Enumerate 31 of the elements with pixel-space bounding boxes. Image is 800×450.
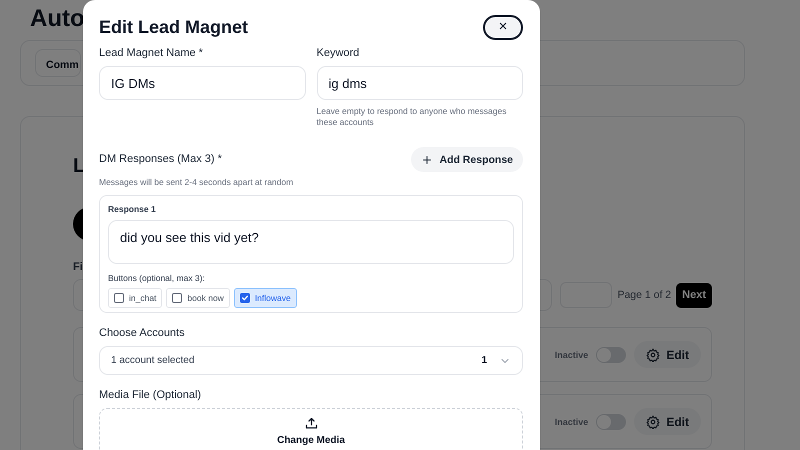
close-button[interactable]: × <box>483 14 523 40</box>
field-label: Keyword <box>316 47 360 60</box>
accounts-select[interactable]: 1 account selected 1 <box>99 346 523 375</box>
section-hint: Messages will be sent 2-4 seconds apart at random <box>99 177 294 188</box>
next-button[interactable]: Next <box>676 282 712 308</box>
dropzone-label: Change Media <box>277 435 345 447</box>
field-label: Choose Accounts <box>99 327 186 340</box>
button-option[interactable]: book now <box>166 288 230 308</box>
page-title: Auto <box>30 6 85 32</box>
media-dropzone[interactable]: Change Media <box>99 408 523 450</box>
add-response-button[interactable]: Add Response <box>411 147 523 172</box>
buttons-label: Buttons (optional, max 3): <box>108 273 206 284</box>
field-label: Lead Magnet Name * <box>99 47 204 60</box>
tab[interactable]: Comm <box>35 49 81 77</box>
message-field[interactable]: did you see this vid yet? <box>108 220 514 264</box>
edit-button[interactable]: Edit <box>634 341 701 368</box>
dialog-title: Edit Lead Magnet <box>99 16 248 39</box>
selected-count: 1 <box>481 355 487 366</box>
page-indicator: Page 1 of 2 <box>617 289 672 301</box>
edit-button[interactable]: Edit <box>634 408 701 435</box>
response-title: Response 1 <box>108 204 157 215</box>
section-label: DM Responses (Max 3) * <box>99 153 222 166</box>
name-field[interactable]: IG DMs <box>99 66 306 100</box>
button-option[interactable]: in_chat <box>108 288 162 308</box>
filter-label: Fi <box>73 261 84 273</box>
status-label: Inactive <box>554 350 588 360</box>
keyword-field[interactable]: ig dms <box>316 66 523 100</box>
select-value: 1 account selected <box>111 355 194 366</box>
field-label: Media File (Optional) <box>99 389 202 402</box>
status-label: Inactive <box>554 416 588 426</box>
field-hint: Leave empty to respond to anyone who messages these accounts <box>316 106 508 128</box>
